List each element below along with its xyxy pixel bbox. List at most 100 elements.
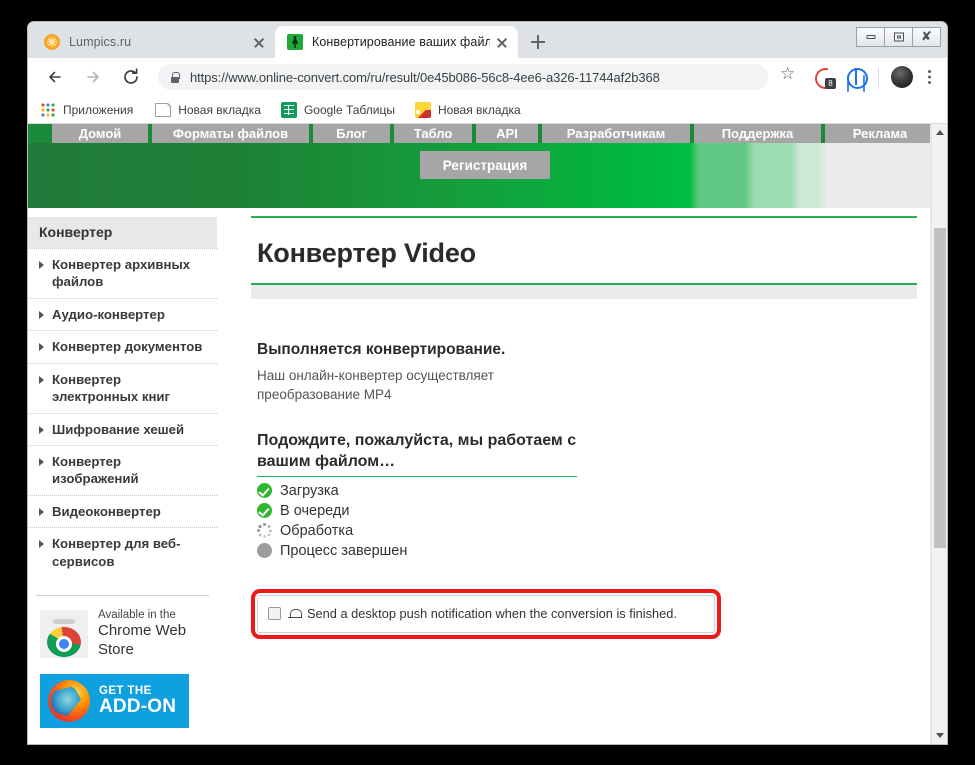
green-app-icon (287, 34, 303, 50)
firefox-badge-line2: ADD-ON (99, 697, 176, 717)
sidebar-title: Конвертер (28, 217, 217, 248)
minimize-button[interactable] (856, 27, 885, 47)
scrollbar-thumb[interactable] (934, 228, 946, 548)
register-button[interactable]: Регистрация (420, 151, 550, 179)
spinner-icon (257, 523, 272, 538)
page-scrollbar[interactable] (931, 124, 947, 744)
forward-icon[interactable] (79, 63, 107, 91)
firefox-badge-text: GET THE ADD-ON (99, 685, 176, 717)
orange-slice-icon (44, 34, 60, 50)
site-nav-item-file-formats[interactable]: Форматы файлов (152, 124, 309, 143)
wait-heading: Подождите, пожалуйста, мы работаем с ваш… (251, 404, 581, 472)
firefox-logo-icon (48, 680, 90, 722)
sidebar-item-video-converter[interactable]: Видеоконвертер (28, 495, 217, 527)
bookmark-apps[interactable]: Приложения (40, 102, 133, 118)
sidebar-item-ebook-converter[interactable]: Конвертер электронных книг (28, 363, 217, 413)
bookmarks-bar: Приложения Новая вкладка Google Таблицы … (28, 96, 947, 124)
browser-tab-lumpics[interactable]: Lumpics.ru (32, 26, 275, 58)
notification-row[interactable]: Send a desktop push notification when th… (257, 595, 715, 633)
sidebar-item-hash-encryption[interactable]: Шифрование хешей (28, 413, 217, 445)
step-row-queued: В очереди (257, 501, 917, 521)
site-sidebar: Конвертер Конвертер архивных файлов Ауди… (28, 208, 217, 744)
check-circle-icon (257, 503, 272, 518)
status-description: Наш онлайн-конвертер осуществляет преобр… (251, 359, 521, 404)
chrome-badge-text: Available in the Chrome Web Store (98, 608, 217, 660)
site-nav-item-api[interactable]: API (476, 124, 538, 143)
site-main: Конвертер Video Выполняется конвертирова… (217, 208, 947, 744)
reload-icon[interactable] (117, 63, 145, 91)
site-nav-item-blog[interactable]: Блог (313, 124, 390, 143)
browser-window: Lumpics.ru Конвертирование ваших файлов … (28, 22, 947, 744)
site-banner: Регистрация (28, 143, 947, 208)
scroll-down-arrow-icon[interactable] (932, 727, 947, 744)
sheets-icon (281, 102, 297, 118)
extension-icon-2[interactable] (845, 66, 867, 88)
chrome-center-dot (56, 636, 72, 652)
back-icon[interactable] (41, 63, 69, 91)
bookmark-label: Приложения (63, 103, 133, 117)
toolbar-divider (878, 68, 879, 86)
step-row-finished: Процесс завершен (257, 541, 917, 561)
browser-toolbar: https://www.online-convert.com/ru/result… (28, 58, 947, 96)
close-window-button[interactable]: ✘ (912, 27, 941, 47)
notification-highlight-box: Send a desktop push notification when th… (251, 589, 721, 639)
bookmark-label: Новая вкладка (178, 103, 261, 117)
site-header: Домой Форматы файлов Блог Табло API Разр… (28, 124, 947, 208)
ad-strip (251, 285, 917, 299)
new-tab-button[interactable] (524, 28, 552, 56)
bookmark-star-icon[interactable] (780, 66, 802, 88)
site-nav-item-dashboard[interactable]: Табло (394, 124, 472, 143)
url-text: https://www.online-convert.com/ru/result… (190, 70, 660, 85)
tab-title: Конвертирование ваших файлов (312, 35, 490, 49)
window-controls: ✘ (857, 27, 941, 47)
sidebar-item-audio-converter[interactable]: Аудио-конвертер (28, 298, 217, 330)
bookmark-label: Google Таблицы (304, 103, 395, 117)
chrome-badge-line1: Available in the (98, 608, 217, 622)
chrome-badge-line2: Chrome Web Store (98, 622, 217, 660)
push-notification-label: Send a desktop push notification when th… (307, 606, 677, 621)
page-title: Конвертер Video (251, 218, 917, 283)
avatar[interactable] (891, 66, 913, 88)
step-label: Процесс завершен (280, 543, 407, 559)
close-icon[interactable] (494, 34, 510, 50)
conversion-steps-list: Загрузка В очереди Обработка Процесс зав… (251, 481, 917, 561)
site-nav-item-home[interactable]: Домой (52, 124, 148, 143)
scroll-up-arrow-icon[interactable] (932, 124, 947, 141)
bookmark-google-sheets[interactable]: Google Таблицы (281, 102, 395, 118)
sidebar-item-webservice-converter[interactable]: Конвертер для веб-сервисов (28, 527, 217, 577)
sidebar-item-archive-converter[interactable]: Конвертер архивных файлов (28, 248, 217, 298)
step-row-processing: Обработка (257, 521, 917, 541)
apps-grid-icon (40, 102, 56, 118)
extension-icon-1[interactable] (813, 66, 835, 88)
status-heading: Выполняется конвертирование. (251, 299, 917, 359)
site-nav-item-developers[interactable]: Разработчикам (542, 124, 690, 143)
bookmark-label: Новая вкладка (438, 103, 521, 117)
bookmark-new-tab-2[interactable]: Новая вкладка (415, 102, 521, 118)
close-icon[interactable] (251, 34, 267, 50)
site-nav-item-support[interactable]: Поддержка (694, 124, 821, 143)
steps-rule (257, 476, 577, 477)
maximize-button[interactable] (884, 27, 913, 47)
sidebar-item-image-converter[interactable]: Конвертер изображений (28, 445, 217, 495)
step-label: В очереди (280, 503, 349, 519)
step-label: Загрузка (280, 483, 339, 499)
step-label: Обработка (280, 523, 353, 539)
site-nav-item-advertising[interactable]: Реклама (825, 124, 935, 143)
push-notification-checkbox[interactable] (268, 607, 281, 620)
address-bar[interactable]: https://www.online-convert.com/ru/result… (158, 64, 768, 90)
sidebar-item-document-converter[interactable]: Конвертер документов (28, 330, 217, 362)
tab-strip: Lumpics.ru Конвертирование ваших файлов … (28, 22, 947, 58)
lock-icon (170, 71, 180, 83)
site-body: Конвертер Конвертер архивных файлов Ауди… (28, 208, 947, 744)
site-nav: Домой Форматы файлов Блог Табло API Разр… (28, 124, 947, 143)
page-doc-icon (155, 103, 171, 117)
chrome-web-store-badge[interactable]: Available in the Chrome Web Store (28, 596, 217, 660)
bookmark-new-tab-1[interactable]: Новая вкладка (153, 103, 261, 117)
chrome-logo-icon (40, 610, 88, 658)
step-row-upload: Загрузка (257, 481, 917, 501)
three-dots-icon[interactable] (919, 66, 939, 88)
browser-tab-converter[interactable]: Конвертирование ваших файлов (275, 26, 518, 58)
tab-title: Lumpics.ru (69, 35, 247, 49)
page-viewport: Домой Форматы файлов Блог Табло API Разр… (28, 124, 947, 744)
firefox-addon-badge[interactable]: GET THE ADD-ON (40, 674, 189, 728)
